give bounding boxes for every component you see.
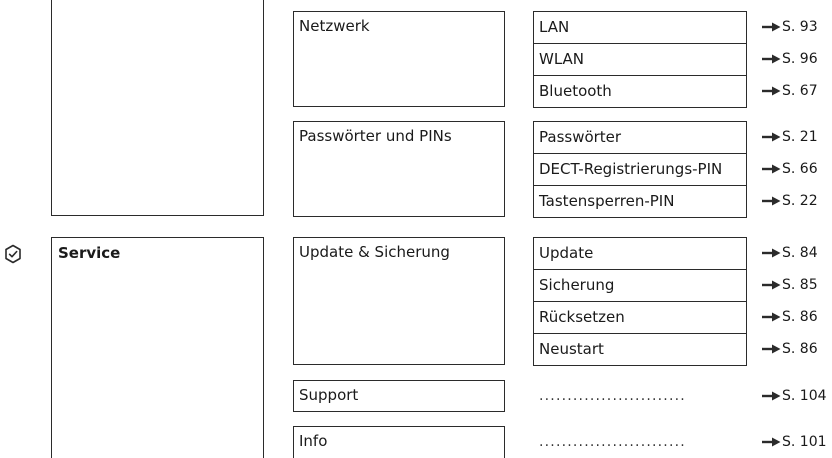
page-ref-text: S. 66 — [782, 161, 818, 177]
list-item: Rücksetzen — [533, 301, 747, 334]
arrow-right-icon — [762, 164, 781, 174]
service-label: Service — [58, 244, 121, 262]
list-item: Passwörter — [533, 121, 747, 154]
list-item: Sicherung — [533, 269, 747, 302]
arrow-right-icon — [762, 391, 781, 401]
info-label: Info — [299, 432, 328, 450]
arrow-right-icon — [762, 196, 781, 206]
page-ref-text: S. 21 — [782, 129, 818, 145]
arrow-right-icon — [762, 280, 781, 290]
info-leader: .......................... — [539, 434, 686, 450]
arrow-right-icon — [762, 86, 781, 96]
page-ref-text: S. 67 — [782, 83, 818, 99]
list-item: Neustart — [533, 333, 747, 366]
passwoerter-label: Passwörter und PINs — [299, 127, 452, 145]
page-ref[interactable]: S. 96 — [761, 50, 818, 68]
arrow-right-icon — [762, 344, 781, 354]
list-item: Bluetooth — [533, 75, 747, 108]
support-leader: .......................... — [539, 388, 686, 404]
page-ref-text: S. 22 — [782, 193, 818, 209]
page-ref-text: S. 104 — [782, 388, 827, 404]
page-ref[interactable]: S. 66 — [761, 160, 818, 178]
arrow-right-icon — [762, 132, 781, 142]
page-ref[interactable]: S. 22 — [761, 192, 818, 210]
netzwerk-label: Netzwerk — [299, 17, 370, 35]
arrow-right-icon — [762, 312, 781, 322]
page-ref[interactable]: S. 104 — [761, 387, 827, 405]
page-ref[interactable]: S. 84 — [761, 244, 818, 262]
arrow-right-icon — [762, 437, 781, 447]
page-ref-text: S. 86 — [782, 309, 818, 325]
list-item: Tastensperren-PIN — [533, 185, 747, 218]
shield-check-icon — [5, 244, 21, 264]
page-ref[interactable]: S. 67 — [761, 82, 818, 100]
arrow-right-icon — [762, 54, 781, 64]
page-ref-text: S. 101 — [782, 434, 827, 450]
page-ref[interactable]: S. 86 — [761, 340, 818, 358]
page-ref[interactable]: S. 101 — [761, 433, 827, 451]
page-ref[interactable]: S. 21 — [761, 128, 818, 146]
page-ref-text: S. 93 — [782, 19, 818, 35]
page-ref-text: S. 84 — [782, 245, 818, 261]
page-ref[interactable]: S. 86 — [761, 308, 818, 326]
update-sicherung-label: Update & Sicherung — [299, 243, 450, 261]
support-label: Support — [299, 386, 359, 404]
arrow-right-icon — [762, 22, 781, 32]
list-item: WLAN — [533, 43, 747, 76]
list-item: DECT-Registrierungs-PIN — [533, 153, 747, 186]
arrow-right-icon — [762, 248, 781, 258]
page-ref[interactable]: S. 85 — [761, 276, 818, 294]
page-ref-text: S. 85 — [782, 277, 818, 293]
list-item: Update — [533, 237, 747, 270]
page-ref-text: S. 86 — [782, 341, 818, 357]
page-ref[interactable]: S. 93 — [761, 18, 818, 36]
page-ref-text: S. 96 — [782, 51, 818, 67]
list-item: LAN — [533, 11, 747, 44]
col1-service-box — [51, 237, 264, 458]
col1-upper-box — [51, 0, 264, 216]
